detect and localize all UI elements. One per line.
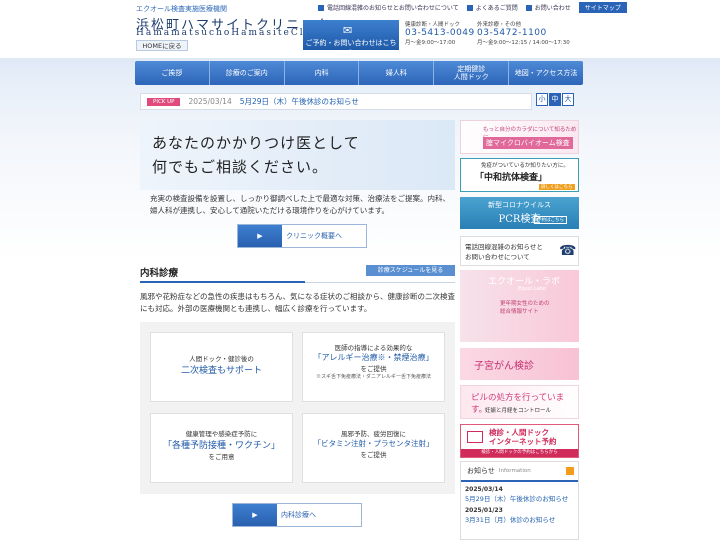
banner-web-reservation[interactable]: 検診・人間ドック インターネット予約 検診・人間ドックの予約はこちらから (460, 424, 579, 458)
news-heading-en: Information (498, 468, 531, 474)
card-second-exam: 人間ドック・健診後の 二次検査もサポート (150, 332, 293, 402)
banner-antibody-test[interactable]: 免疫がついているか知りたい方に。 「中和抗体検査」 詳しくはこちら (460, 158, 579, 192)
envelope-icon: ✉ (343, 24, 353, 37)
top-link-notice[interactable]: 電話回線混雑のお知らせとお問い合わせについて (318, 2, 459, 13)
nav-gynecology[interactable]: 婦人科 (359, 61, 435, 85)
pickup-date: 2025/03/14 (188, 97, 232, 106)
banner-pill[interactable]: ピルの処方を行っています。 妊娠と月経をコントロール (460, 385, 579, 419)
font-size-large[interactable]: 大 (562, 93, 574, 106)
font-size-switcher: 小 中 大 (536, 93, 574, 106)
pickup-link[interactable]: 5月29日（木）午後休診のお知らせ (240, 96, 359, 107)
page: エクオール検査実施医療機関 浜松町ハマサイトクリニック Hamamatsucho… (0, 0, 720, 540)
banner-microbiome[interactable]: もっと自分のカラダについて知るために 腟マイクロバイオーム検査 (460, 120, 579, 154)
top-link-faq[interactable]: よくあるご質問 (466, 2, 518, 13)
reserve-contact-button[interactable]: ✉ ご予約・お問い合わせはこちら (303, 20, 399, 57)
service-cards: 人間ドック・健診後の 二次検査もサポート 医師の指導による効果的な 「アレルギー… (140, 322, 455, 494)
tel-checkup: 健康診断・人間ドック 03-5413-0049 月〜金9:00～17:00 (405, 20, 477, 50)
clinic-roman-name: HamamatsuchoHamasiteClinic (136, 28, 330, 38)
font-size-small[interactable]: 小 (536, 93, 548, 106)
chevron-right-icon: ▶ (233, 504, 277, 526)
pickup-tag: PICK UP (147, 97, 181, 106)
top-link-sitemap[interactable]: サイトマップ (578, 2, 627, 13)
banner-equol-labo[interactable]: エクオール・ラボ Equol Labo 更年期女性のための 総合情報サイト (460, 270, 579, 342)
news-link[interactable]: 3月31日（月）休診のお知らせ (465, 514, 574, 524)
hero-line1: あなたのかかりつけ医として (152, 134, 360, 152)
news-heading: お知らせ (467, 467, 495, 475)
nav-services[interactable]: 診療のご案内 (210, 61, 285, 85)
pickup-bar: PICK UP 2025/03/14 5月29日（木）午後休診のお知らせ (140, 93, 532, 110)
news-link[interactable]: 5月29日（木）午後休診のお知らせ (465, 493, 574, 503)
nav-internal[interactable]: 内科 (285, 61, 360, 85)
schedule-button[interactable]: 診療スケジュールを見る (366, 265, 455, 276)
top-links: 電話回線混雑のお知らせとお問い合わせについて よくあるご質問 お問い合わせ サイ… (318, 2, 627, 13)
nav-checkup[interactable]: 定期健診 人間ドック (434, 61, 510, 85)
card-vaccine: 健康管理や感染症予防に 「各種予防接種・ワクチン」 をご用意 (150, 413, 293, 483)
heading-underline (140, 281, 305, 283)
banner-phone-notice[interactable]: 電話回線混雑のお知らせと お問い合わせについて ☎ (460, 236, 579, 266)
home-button[interactable]: HOMEに戻る (136, 40, 188, 51)
card-vitamin: 風邪予防、疲労回復に 「ビタミン注射・プラセンタ注射」 をご提供 (302, 413, 445, 483)
bullet-icon (525, 4, 532, 11)
header-subtitle: エクオール検査実施医療機関 (136, 5, 227, 13)
hero-banner: あなたのかかりつけ医として 何でもご相談ください。 (140, 120, 455, 190)
monitor-icon (467, 431, 483, 443)
top-link-contact[interactable]: お問い合わせ (525, 2, 571, 13)
nav-greeting[interactable]: ご挨拶 (135, 61, 210, 85)
bullet-icon (318, 4, 324, 11)
chevron-right-icon: ▶ (238, 225, 282, 247)
internal-button[interactable]: ▶ 内科診療へ (232, 503, 362, 527)
phone-icon: ☎ (559, 243, 577, 259)
divider (305, 282, 455, 283)
tel-checkup-number[interactable]: 03-5413-0049 (405, 28, 477, 38)
card-allergy: 医師の指導による効果的な 「アレルギー治療※・禁煙治療」 をご提供 ※スギ舌下免… (302, 332, 445, 402)
banner-pcr[interactable]: 新型コロナウイルス PCR検査 予約はこちら (460, 197, 579, 229)
intro-text: 充実の検査設備を設置し、しっかり御調べした上で最適な対策、治療法をご提案。内科、… (150, 194, 450, 215)
nav-checkup-line1: 定期健診 (457, 65, 486, 73)
nav-access[interactable]: 地図・アクセス方法 (509, 61, 583, 85)
tel-outpatient-number[interactable]: 03-5472-1100 (477, 28, 583, 38)
news-panel: お知らせ Information 2025/03/14 5月29日（木）午後休診… (460, 461, 579, 540)
hero-line2: 何でもご相談ください。 (152, 158, 329, 176)
news-item: 2025/03/14 5月29日（木）午後休診のお知らせ (461, 486, 578, 503)
clinic-overview-button[interactable]: ▶ クリニック概要へ (237, 224, 367, 248)
tel-outpatient: 外来診療・その他 03-5472-1100 月〜金9:00～12:15 / 14… (477, 20, 583, 50)
news-item: 2025/01/23 3月31日（月）休診のお知らせ (461, 507, 578, 524)
banner-cervical-cancer[interactable]: 子宮がん検診 (460, 348, 579, 380)
rss-icon[interactable] (566, 467, 574, 475)
internal-heading: 内科診療 (140, 268, 179, 279)
font-size-medium[interactable]: 中 (549, 93, 561, 106)
main-nav: ご挨拶 診療のご案内 内科 婦人科 定期健診 人間ドック 地図・アクセス方法 (135, 61, 583, 85)
internal-text: 風邪や花粉症などの急性の疾患はもちろん、気になる症状のご相談から、健康診断の二次… (140, 292, 455, 313)
nav-checkup-line2: 人間ドック (453, 73, 489, 81)
bullet-icon (466, 4, 473, 11)
